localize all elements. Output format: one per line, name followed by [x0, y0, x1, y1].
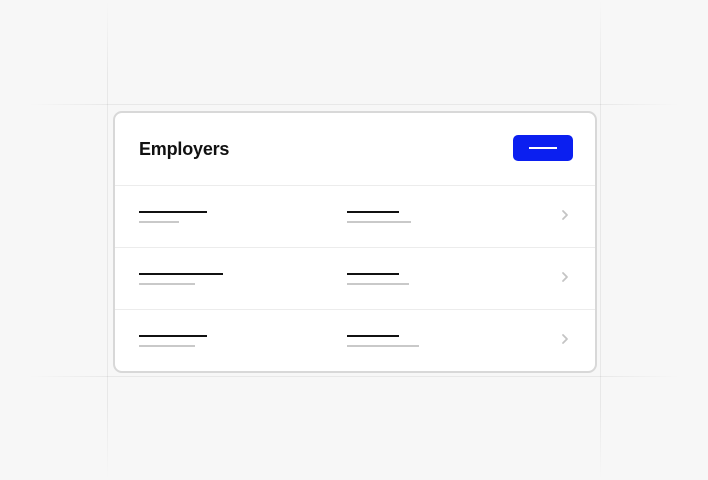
employer-detail-placeholder — [347, 335, 399, 337]
guide-line-vertical — [107, 0, 108, 480]
employer-row[interactable] — [115, 186, 595, 248]
canvas: Employers — [0, 0, 708, 480]
guide-line-horizontal — [0, 376, 708, 377]
employer-subtitle-placeholder — [139, 283, 195, 285]
guide-line-horizontal — [0, 104, 708, 105]
employers-card: Employers — [113, 111, 597, 373]
employer-name-placeholder — [139, 211, 207, 213]
guide-line-vertical — [600, 0, 601, 480]
employer-detail-sub-placeholder — [347, 221, 411, 223]
chevron-right-icon — [562, 272, 568, 282]
card-title: Employers — [139, 139, 230, 159]
employer-name-placeholder — [139, 273, 223, 275]
employer-detail-sub-placeholder — [347, 283, 409, 285]
employer-detail-placeholder — [347, 211, 399, 213]
employer-name-placeholder — [139, 335, 207, 337]
card-header: Employers — [115, 113, 595, 186]
chevron-right-icon — [562, 334, 568, 344]
chevron-right-icon — [562, 210, 568, 220]
button-label-placeholder — [529, 147, 557, 149]
employer-subtitle-placeholder — [139, 345, 195, 347]
employer-subtitle-placeholder — [139, 221, 179, 223]
employer-detail-sub-placeholder — [347, 345, 419, 347]
add-employer-button[interactable] — [513, 135, 573, 161]
employer-row[interactable] — [115, 310, 595, 371]
employer-row[interactable] — [115, 248, 595, 310]
employer-detail-placeholder — [347, 273, 399, 275]
